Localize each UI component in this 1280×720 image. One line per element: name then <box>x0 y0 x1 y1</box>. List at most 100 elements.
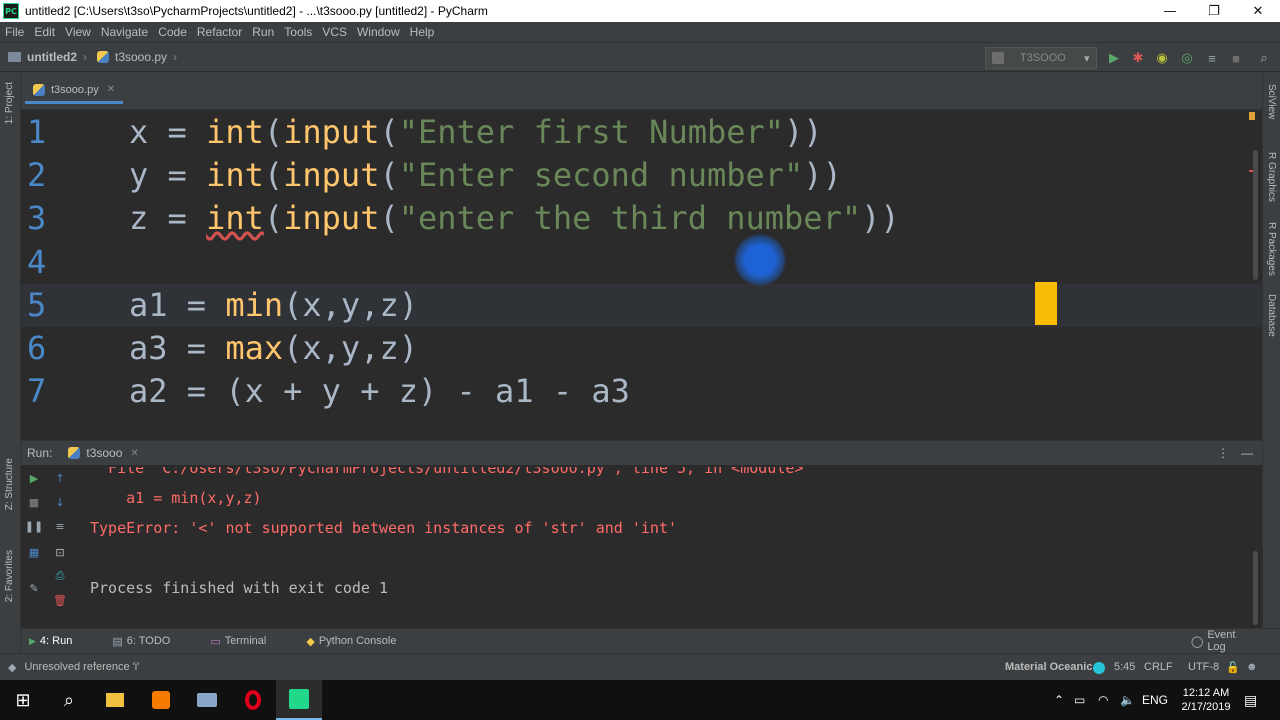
run-with-coverage-icon[interactable]: ◉ <box>1154 50 1170 66</box>
menu-run[interactable]: Run <box>247 25 279 39</box>
console-scrollbar[interactable] <box>1253 551 1258 625</box>
code-line[interactable]: 3z = int(input("enter the third number")… <box>21 197 1262 240</box>
file-explorer-icon[interactable] <box>92 680 138 720</box>
code-token: )) <box>803 156 842 195</box>
caret-position[interactable]: 5:45 <box>1114 661 1135 673</box>
search-icon[interactable]: ⌕ <box>46 680 92 720</box>
file-encoding[interactable]: UTF-8 <box>1188 661 1219 673</box>
run-tab-t3sooo[interactable]: t3sooo <box>86 446 122 460</box>
code-token: ( <box>379 199 399 238</box>
sublime-text-icon[interactable] <box>138 680 184 720</box>
soft-wrap-icon[interactable]: ≡ <box>53 519 67 533</box>
rerun-icon[interactable]: ▶ <box>27 471 41 485</box>
code-line[interactable]: 7 a2 = (x + y + z) - a1 - a3 <box>21 370 1262 413</box>
tool-tab-terminal[interactable]: ▭ Terminal <box>210 635 286 648</box>
theme-dot-icon <box>1093 662 1105 674</box>
tool-window-project[interactable]: 1: Project <box>4 82 15 124</box>
code-token: int <box>206 113 264 151</box>
theme-indicator[interactable]: Material Oceanic <box>1005 661 1092 673</box>
language-indicator[interactable]: ENG <box>1142 693 1168 707</box>
network-app-icon[interactable] <box>184 680 230 720</box>
code-token: "Enter first Number" <box>398 113 785 151</box>
tool-window-favorites[interactable]: 2: Favorites <box>4 550 15 602</box>
line-number: 4 <box>27 242 47 281</box>
run-icon[interactable]: ▶ <box>1106 50 1122 66</box>
menu-help[interactable]: Help <box>405 25 440 39</box>
notifications-icon[interactable]: ▤ <box>1244 692 1257 709</box>
pin-icon[interactable]: ✎ <box>27 581 41 595</box>
breadcrumb-project[interactable]: untitled2 <box>27 50 77 64</box>
volume-icon[interactable]: 🔈 <box>1120 693 1135 707</box>
code-line[interactable]: 4 <box>21 241 1262 284</box>
code-token: min <box>225 285 284 324</box>
tool-tab-python-console[interactable]: ◆ Python Console <box>306 635 416 648</box>
tool-tab-run[interactable]: ▶ 4: Run <box>29 635 92 647</box>
close-icon[interactable]: ✕ <box>130 448 138 459</box>
code-editor[interactable]: 1x = int(input("Enter first Number")) 2 y … <box>21 110 1262 420</box>
tool-window-structure[interactable]: Z: Structure <box>4 458 15 510</box>
menu-vcs[interactable]: VCS <box>317 25 352 39</box>
code-line[interactable]: 6 a3 = max(x,y,z) <box>21 327 1262 370</box>
clock[interactable]: 12:12 AM 2/17/2019 <box>1178 686 1234 714</box>
stop-icon[interactable]: ■ <box>27 495 41 509</box>
wifi-icon[interactable]: ◠ <box>1098 693 1108 707</box>
code-line[interactable]: 2y = int(input("Enter second number")) <box>21 154 1262 197</box>
mouse-cursor-highlight <box>734 234 786 286</box>
status-bar: ◆ Unresolved reference 'i' Material Ocea… <box>0 653 1280 680</box>
minimize-panel-icon[interactable]: — <box>1241 446 1253 460</box>
close-icon[interactable]: ✕ <box>107 84 115 95</box>
more-options-icon[interactable]: ⋮ <box>1217 446 1229 460</box>
inspection-icon[interactable]: ☻ <box>1246 661 1258 673</box>
concurrency-icon[interactable]: ≡ <box>1204 50 1220 66</box>
code-token: z = <box>129 199 207 238</box>
windows-start-icon[interactable]: ⊞ <box>0 680 46 720</box>
run-configuration-select[interactable]: T3SOOO ▾ <box>985 47 1097 69</box>
breadcrumb-file[interactable]: t3sooo.py <box>115 50 167 64</box>
profile-icon[interactable]: ◎ <box>1179 50 1195 66</box>
debug-icon[interactable]: ✱ <box>1130 50 1146 66</box>
pycharm-taskbar-icon[interactable] <box>276 680 322 720</box>
scroll-to-end-icon[interactable]: ⊡ <box>53 545 67 559</box>
tool-window-database[interactable]: Database <box>1266 294 1277 337</box>
minimize-button[interactable]: — <box>1148 0 1192 22</box>
line-separator[interactable]: CRLF <box>1144 661 1173 673</box>
python-config-icon <box>992 52 1004 64</box>
restore-button[interactable]: ❐ <box>1192 0 1236 22</box>
tool-window-sciview[interactable]: SciView <box>1266 84 1277 119</box>
menu-view[interactable]: View <box>60 25 96 39</box>
menu-refactor[interactable]: Refactor <box>192 25 247 39</box>
tab-t3sooo[interactable]: t3sooo.py ✕ <box>25 78 124 104</box>
search-everywhere-icon[interactable]: ⌕ <box>1256 50 1272 66</box>
code-line[interactable]: 1x = int(input("Enter first Number")) <box>21 111 1262 154</box>
stop-icon[interactable]: ■ <box>1228 50 1244 66</box>
run-console[interactable]: ▶ ↑ ■ ↓ ❚❚ ≡ ▦ ⊡ ✎ ⎙ 🗑 File "C:/Users/t3… <box>21 465 1262 628</box>
pause-icon[interactable]: ❚❚ <box>25 519 43 533</box>
menu-navigate[interactable]: Navigate <box>96 25 153 39</box>
menu-tools[interactable]: Tools <box>279 25 317 39</box>
menu-bar: File Edit View Navigate Code Refactor Ru… <box>0 22 1280 42</box>
opera-icon[interactable] <box>230 680 276 720</box>
tool-window-r-graphics[interactable]: R Graphics <box>1266 152 1277 202</box>
code-token: y = <box>129 156 207 195</box>
event-log-button[interactable]: ◯ Event Log <box>1191 629 1260 653</box>
event-log-icon: ◯ <box>1191 635 1204 648</box>
down-arrow-icon[interactable]: ↓ <box>53 495 67 509</box>
print-icon[interactable]: ⎙ <box>53 569 67 583</box>
tool-tab-todo[interactable]: ▤ 6: TODO <box>112 635 190 648</box>
menu-code[interactable]: Code <box>153 25 192 39</box>
close-window-button[interactable]: ✕ <box>1236 0 1280 22</box>
clear-all-icon[interactable]: 🗑 <box>53 593 67 607</box>
python-console-icon: ◆ <box>306 635 315 648</box>
editor-scrollbar[interactable] <box>1253 150 1258 280</box>
code-token: "enter the third number" <box>398 199 862 238</box>
tray-chevron-up-icon[interactable]: ⌃ <box>1054 693 1064 707</box>
tool-window-r-packages[interactable]: R Packages <box>1266 222 1277 276</box>
menu-edit[interactable]: Edit <box>29 25 60 39</box>
tray-device-icon[interactable]: ▭ <box>1074 693 1085 707</box>
layout-icon[interactable]: ▦ <box>27 545 41 559</box>
lock-icon[interactable]: 🔓 <box>1226 661 1240 674</box>
menu-window[interactable]: Window <box>352 25 405 39</box>
code-line[interactable]: 5 a1 = min(x,y,z) <box>21 283 1262 327</box>
up-arrow-icon[interactable]: ↑ <box>53 471 67 485</box>
menu-file[interactable]: File <box>0 25 29 39</box>
